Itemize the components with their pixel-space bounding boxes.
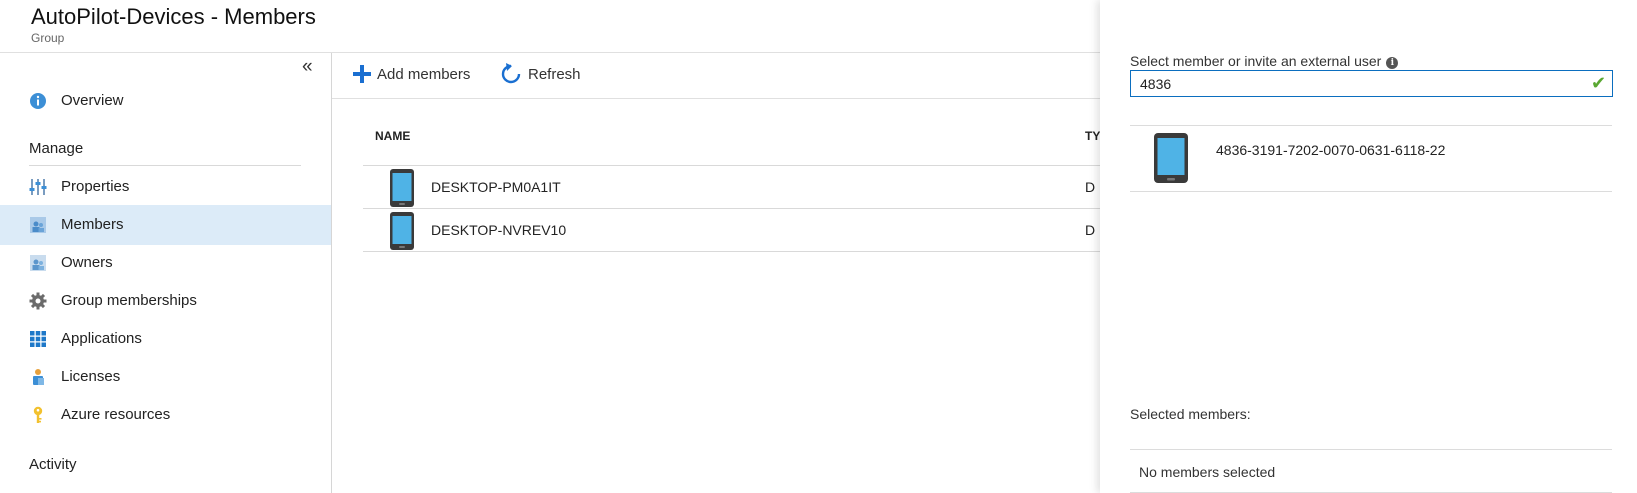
sidebar-item-label: Properties — [61, 178, 130, 195]
refresh-button[interactable]: Refresh — [500, 62, 590, 88]
add-members-panel: Select member or invite an external user… — [1100, 0, 1637, 493]
device-icon — [390, 169, 414, 207]
section-manage: Manage — [29, 140, 84, 157]
sidebar-item-applications[interactable]: Applications — [0, 319, 331, 359]
sidebar-item-label: Overview — [61, 92, 124, 109]
sidebar-item-properties[interactable]: Properties — [0, 167, 331, 207]
section-divider — [29, 165, 301, 166]
table-row[interactable]: DESKTOP-NVREV10 D — [363, 208, 1100, 252]
search-result-item[interactable]: 4836-3191-7202-0070-0631-6118-22 — [1130, 126, 1612, 192]
sidebar-item-label: Licenses — [61, 368, 121, 385]
sidebar-item-members[interactable]: Members — [0, 205, 331, 245]
info-icon — [30, 93, 46, 109]
sidebar: « Overview Manage Properties Members Own… — [0, 53, 332, 493]
page-subtitle: Group — [31, 31, 65, 45]
gear-icon — [29, 292, 47, 310]
collapse-sidebar-button[interactable]: « — [302, 56, 313, 78]
add-members-button[interactable]: Add members — [352, 62, 482, 88]
device-type: D — [1085, 179, 1096, 195]
sidebar-item-label: Owners — [61, 254, 113, 271]
column-header-name[interactable]: NAME — [375, 129, 410, 143]
refresh-label: Refresh — [528, 66, 581, 83]
device-type: D — [1085, 222, 1096, 238]
sidebar-item-label: Applications — [61, 330, 142, 347]
device-name[interactable]: DESKTOP-NVREV10 — [431, 222, 566, 238]
device-icon — [390, 212, 414, 250]
sidebar-item-licenses[interactable]: Licenses — [0, 357, 331, 397]
table-bottom-border — [363, 251, 1100, 252]
table-row[interactable]: DESKTOP-PM0A1IT D — [363, 165, 1100, 209]
sidebar-item-label: Group memberships — [61, 292, 197, 309]
sidebar-item-azure-resources[interactable]: Azure resources — [0, 395, 331, 435]
page-title: AutoPilot-Devices - Members — [31, 4, 316, 29]
search-label: Select member or invite an external user… — [1130, 53, 1399, 69]
sidebar-item-owners[interactable]: Owners — [0, 243, 331, 283]
no-members-selected-text: No members selected — [1139, 464, 1276, 480]
command-bar: Add members Refresh — [332, 53, 1100, 99]
properties-icon — [29, 179, 47, 195]
selected-members-label: Selected members: — [1130, 406, 1251, 422]
plus-icon — [353, 65, 371, 83]
member-search-input[interactable] — [1130, 70, 1613, 97]
sidebar-item-group-memberships[interactable]: Group memberships — [0, 281, 331, 321]
column-header-type[interactable]: TY — [1085, 129, 1100, 143]
members-icon — [30, 217, 46, 233]
info-icon[interactable]: i — [1386, 57, 1399, 69]
search-label-text: Select member or invite an external user — [1130, 53, 1382, 69]
device-icon — [1154, 133, 1188, 183]
applications-grid-icon — [30, 331, 46, 347]
sidebar-item-overview[interactable]: Overview — [0, 81, 331, 121]
section-activity: Activity — [29, 456, 77, 473]
checkmark-icon: ✔ — [1591, 73, 1607, 93]
add-members-label: Add members — [377, 66, 471, 83]
page-header: AutoPilot-Devices - Members Group — [0, 0, 1100, 53]
sidebar-item-label: Azure resources — [61, 406, 171, 423]
owners-icon — [30, 255, 46, 271]
device-name[interactable]: DESKTOP-PM0A1IT — [431, 179, 561, 195]
licenses-icon — [33, 369, 44, 385]
sidebar-item-label: Members — [61, 216, 124, 233]
main-content: Add members Refresh NAME TY DESKTOP-PM0A… — [332, 53, 1100, 493]
search-result-name: 4836-3191-7202-0070-0631-6118-22 — [1216, 142, 1446, 158]
selected-members-divider — [1130, 449, 1612, 450]
key-icon — [33, 406, 43, 423]
refresh-icon — [501, 63, 521, 84]
